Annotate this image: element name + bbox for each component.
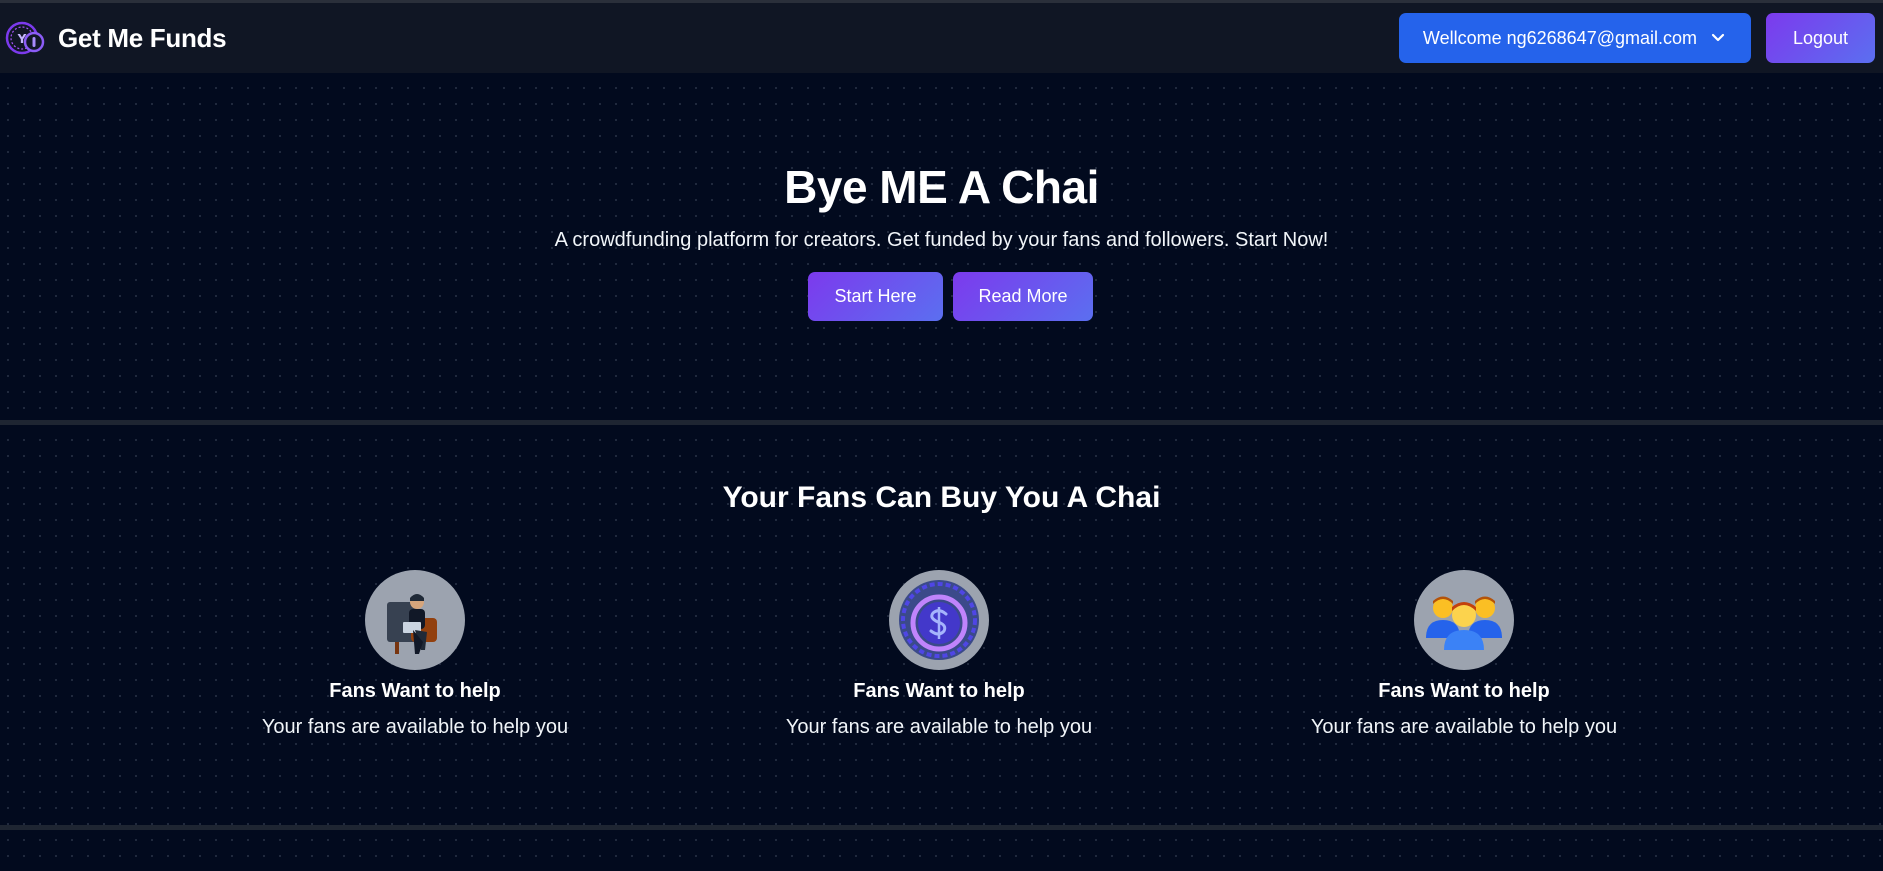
section-divider <box>0 420 1883 425</box>
hero-buttons: Start Here Read More <box>0 272 1883 321</box>
feature-icon-circle <box>365 570 465 670</box>
read-more-button[interactable]: Read More <box>953 272 1093 321</box>
coin-logo-icon: Y <box>5 21 45 55</box>
feature-heading: Fans Want to help <box>329 680 501 702</box>
nav-actions: Wellcome ng6268647@gmail.com Logout <box>1398 13 1875 63</box>
chevron-down-icon <box>1711 33 1725 42</box>
start-here-button[interactable]: Start Here <box>808 272 943 321</box>
hero-section: Bye ME A Chai A crowdfunding platform fo… <box>0 73 1883 421</box>
section-divider <box>0 825 1883 830</box>
feature-icon-circle <box>889 570 989 670</box>
feature-card: Fans Want to help Your fans are availabl… <box>205 570 625 739</box>
feature-description: Your fans are available to help you <box>785 716 1093 738</box>
account-dropdown-button[interactable]: Wellcome ng6268647@gmail.com <box>1398 13 1751 63</box>
dollar-coin-icon <box>899 580 979 660</box>
feature-description: Your fans are available to help you <box>1310 716 1618 738</box>
group-people-icon <box>1426 596 1502 650</box>
man-with-laptop-icon <box>387 594 437 654</box>
brand[interactable]: Y Get Me Funds <box>4 17 227 59</box>
welcome-label: Wellcome ng6268647@gmail.com <box>1422 27 1697 48</box>
feature-card: Fans Want to help Your fans are availabl… <box>1254 570 1674 739</box>
feature-card: Fans Want to help Your fans are availabl… <box>729 570 1149 739</box>
features-title: Your Fans Can Buy You A Chai <box>722 481 1161 514</box>
feature-heading: Fans Want to help <box>1378 680 1550 702</box>
hero-title: Bye ME A Chai <box>784 161 1099 213</box>
brand-name: Get Me Funds <box>58 22 227 53</box>
feature-heading: Fans Want to help <box>853 680 1025 702</box>
navbar: Y Get Me Funds Wellcome ng6268647@gmail.… <box>0 3 1883 73</box>
feature-description: Your fans are available to help you <box>261 716 569 738</box>
logout-button[interactable]: Logout <box>1766 13 1875 63</box>
feature-icon-circle <box>1414 570 1514 670</box>
hero-subtitle: A crowdfunding platform for creators. Ge… <box>554 229 1329 251</box>
